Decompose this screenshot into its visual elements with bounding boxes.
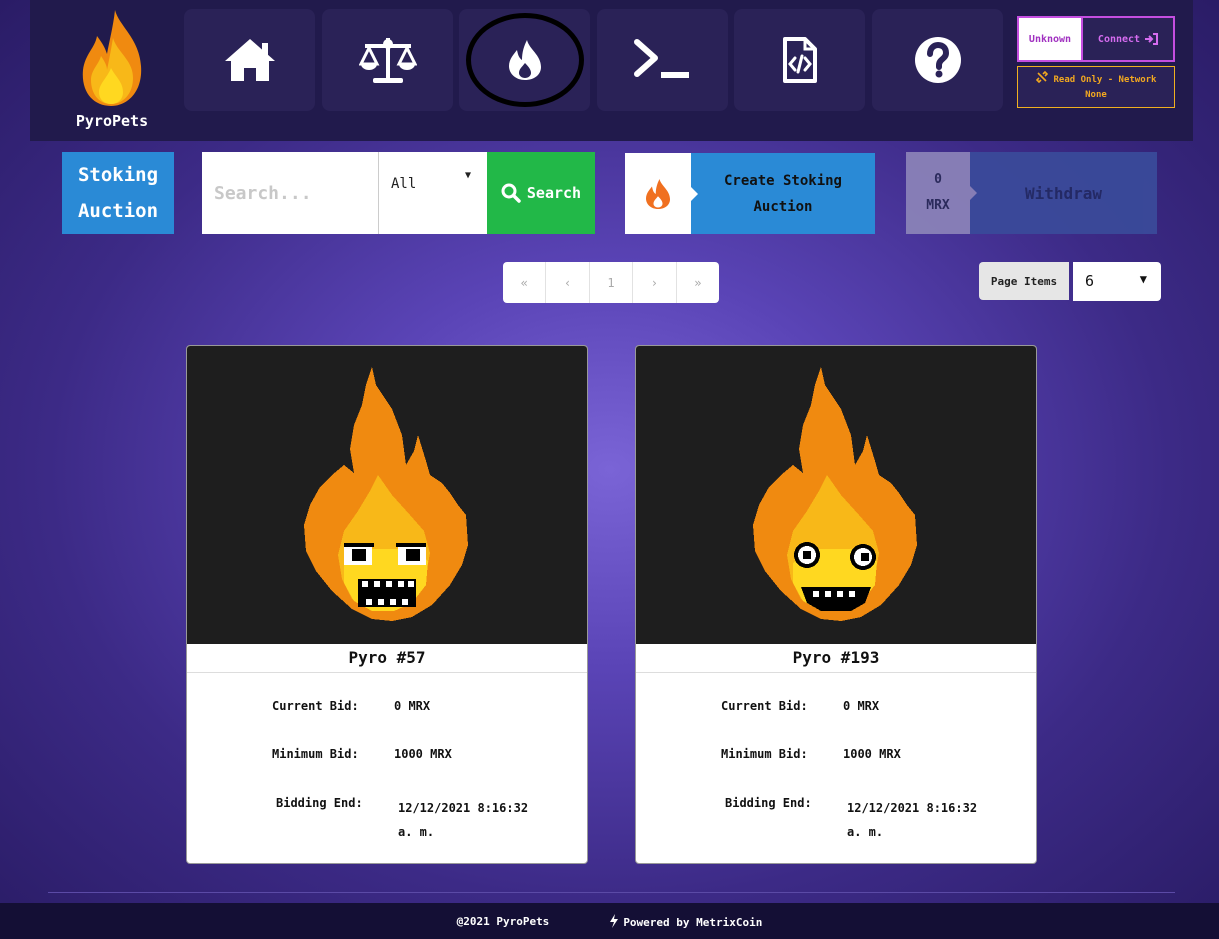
current-bid-label: Current Bid: (721, 699, 808, 713)
footer: @2021 PyroPets Powered by MetrixCoin (0, 903, 1219, 939)
page-title-line1: Stoking (77, 164, 159, 186)
first-page-button[interactable]: « (503, 262, 547, 303)
create-fire-badge (625, 153, 698, 234)
home-icon (224, 39, 275, 81)
next-page-button[interactable]: › (633, 262, 677, 303)
network-status: Read Only - Network None (1017, 66, 1175, 108)
prev-page-button[interactable]: ‹ (546, 262, 590, 303)
bidding-end-meridiem: a. m. (398, 825, 435, 839)
minimum-bid-label: Minimum Bid: (272, 747, 359, 761)
bidding-end-label: Bidding End: (276, 796, 363, 810)
nav-scales-button[interactable] (322, 9, 453, 111)
create-auction-line2: Auction (753, 198, 813, 215)
footer-divider (48, 892, 1175, 893)
withdraw-group: 0 MRX Withdraw (906, 152, 1157, 234)
page-title-line2: Auction (77, 200, 159, 222)
card-title: Pyro #193 (636, 644, 1036, 673)
file-code-icon (782, 37, 817, 83)
create-auction-label: Create Stoking Auction (691, 153, 875, 234)
question-icon (914, 37, 961, 83)
caret-down-icon: ▼ (464, 170, 471, 181)
auction-card[interactable]: Pyro #57 Current Bid: 0 MRX Minimum Bid:… (186, 345, 588, 864)
pyropets-logo-icon (82, 10, 142, 106)
filter-value: All (391, 176, 417, 192)
page-items-select[interactable]: 6 ▼ (1073, 262, 1161, 301)
fire-icon (646, 178, 670, 209)
brand-name: PyroPets (75, 112, 149, 130)
create-auction-line1: Create Stoking (723, 172, 842, 189)
page-title: Stoking Auction (62, 152, 174, 234)
nav-help-button[interactable] (872, 9, 1003, 111)
nav-contract-button[interactable] (734, 9, 865, 111)
bidding-end-value: 12/12/2021 8:16:32 a. m. (847, 796, 977, 844)
connect-button[interactable]: Connect (1081, 16, 1175, 62)
unlink-icon (1035, 70, 1048, 84)
footer-powered-label: Powered by MetrixCoin (623, 915, 763, 929)
bidding-end-date: 12/12/2021 8:16:32 (398, 801, 529, 815)
pagination: « ‹ 1 › » (503, 262, 719, 303)
current-bid-value: 0 MRX (843, 699, 880, 713)
minimum-bid-value: 1000 MRX (394, 747, 452, 761)
last-page-button[interactable]: » (677, 262, 719, 303)
page-items-label: Page Items (979, 262, 1069, 300)
footer-copyright: @2021 PyroPets (456, 914, 550, 928)
auction-card[interactable]: Pyro #193 Current Bid: 0 MRX Minimum Bid… (635, 345, 1037, 864)
network-status-line2: None (1085, 90, 1107, 100)
highlight-ring (466, 13, 584, 107)
top-navbar: PyroPets Unknown Connect Read Only - Net… (30, 0, 1193, 141)
nav-stoking-button[interactable] (459, 9, 590, 111)
search-group: All ▼ Search (202, 152, 595, 234)
brand-logo[interactable]: PyroPets (72, 8, 152, 130)
balance-display: 0 MRX (906, 152, 977, 234)
bidding-end-value: 12/12/2021 8:16:32 a. m. (398, 796, 528, 844)
balance-unit: MRX (926, 198, 950, 213)
minimum-bid-label: Minimum Bid: (721, 747, 808, 761)
bolt-icon (610, 913, 619, 928)
scales-icon (358, 38, 417, 83)
terminal-icon (633, 39, 689, 78)
footer-powered[interactable]: Powered by MetrixCoin (609, 913, 763, 929)
network-status-line1: Read Only - Network (1053, 75, 1157, 85)
search-icon (501, 183, 521, 203)
bidding-end-meridiem: a. m. (847, 825, 884, 839)
search-button-label: Search (526, 184, 582, 202)
wallet-status: Unknown (1017, 16, 1081, 62)
nav-terminal-button[interactable] (597, 9, 728, 111)
current-page[interactable]: 1 (590, 262, 634, 303)
filter-select[interactable]: All ▼ (378, 152, 487, 234)
card-details: Current Bid: 0 MRX Minimum Bid: 1000 MRX… (187, 673, 587, 863)
withdraw-button[interactable]: Withdraw (970, 152, 1157, 234)
wallet-panel: Unknown Connect Read Only - Network None (1017, 16, 1175, 108)
balance-amount: 0 (934, 172, 942, 187)
create-auction-button[interactable]: Create Stoking Auction (625, 153, 875, 234)
search-button[interactable]: Search (487, 152, 595, 234)
pyro-image (187, 346, 587, 644)
pyro-pet-image (753, 367, 917, 621)
pyro-image (636, 346, 1036, 644)
pyro-pet-image (304, 367, 468, 621)
bidding-end-label: Bidding End: (725, 796, 812, 810)
current-bid-label: Current Bid: (272, 699, 359, 713)
minimum-bid-value: 1000 MRX (843, 747, 901, 761)
bidding-end-date: 12/12/2021 8:16:32 (847, 801, 978, 815)
page-items-value: 6 (1085, 272, 1095, 290)
caret-down-icon: ▼ (1139, 272, 1147, 286)
connect-label: Connect (1097, 33, 1141, 45)
card-title: Pyro #57 (187, 644, 587, 673)
current-bid-value: 0 MRX (394, 699, 431, 713)
card-details: Current Bid: 0 MRX Minimum Bid: 1000 MRX… (636, 673, 1036, 863)
sign-in-icon (1145, 33, 1159, 45)
search-input[interactable] (202, 152, 378, 234)
nav-home-button[interactable] (184, 9, 315, 111)
